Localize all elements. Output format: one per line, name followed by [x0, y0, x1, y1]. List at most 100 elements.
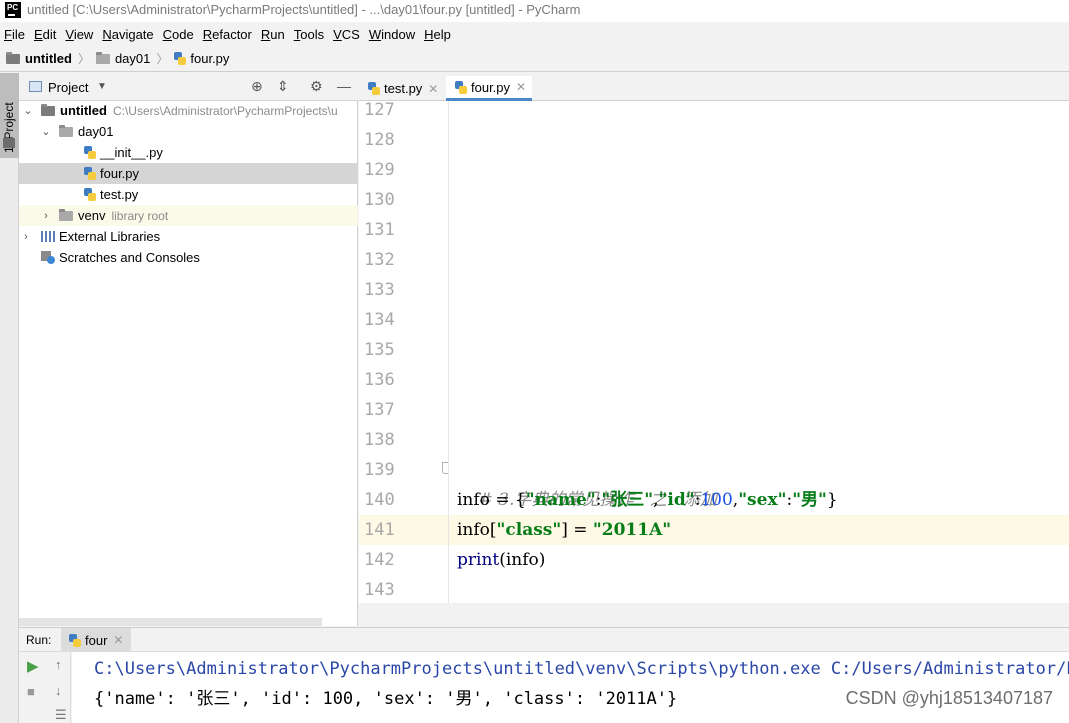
menu-label: elp	[433, 27, 451, 42]
close-icon[interactable]: ✕	[428, 82, 438, 96]
tab-test-py[interactable]: test.py ✕	[359, 76, 444, 101]
run-icon[interactable]: ▶	[27, 657, 39, 675]
stop-icon[interactable]: ■	[27, 684, 35, 699]
code-string: "id"	[658, 490, 695, 510]
menu-mnemonic: V	[333, 27, 342, 42]
folder-icon	[41, 103, 55, 116]
code-line-139[interactable]: # 3.字典的常见操作 之 添加	[449, 455, 1069, 510]
tree-item-test[interactable]: test.py	[19, 184, 358, 205]
line-number: 133	[364, 280, 395, 300]
up-arrow-icon[interactable]: ↑	[55, 657, 62, 672]
tab-label: test.py	[384, 81, 423, 96]
menu-refactor[interactable]: Refactor	[199, 23, 257, 45]
tree-label: Scratches and Consoles	[59, 250, 200, 265]
run-toolbar: ▶ ↑ ■ ↓ ☰	[19, 652, 71, 723]
left-tool-strip: 1: Project	[0, 73, 19, 723]
chevron-down-icon[interactable]: ▼	[97, 81, 107, 92]
python-file-icon	[84, 188, 96, 201]
menu-code[interactable]: Code	[159, 23, 199, 45]
menu-help[interactable]: Help	[420, 23, 456, 45]
code-builtin: print	[457, 550, 500, 570]
breadcrumb-file[interactable]: four.py	[174, 51, 229, 66]
project-panel: Project ▼ ⊕ ⇕ ⚙ — ⌄ untitled C:\Users\Ad…	[19, 73, 358, 626]
code-string: "男"	[792, 490, 827, 510]
minimize-icon[interactable]: —	[337, 78, 351, 94]
tab-four-py[interactable]: four.py ✕	[446, 76, 533, 101]
code-line-141[interactable]: info["class"] = "2011A"	[449, 515, 1069, 545]
tree-label: day01	[78, 124, 114, 139]
collapse-icon[interactable]: ⇕	[277, 78, 289, 95]
project-tool-tab[interactable]: 1: Project	[0, 73, 19, 158]
python-file-icon	[84, 167, 96, 180]
tree-path: C:\Users\Administrator\PycharmProjects\u	[112, 103, 338, 118]
code-string: "2011A"	[592, 520, 672, 540]
breadcrumb-folder[interactable]: day01 〉	[95, 50, 169, 67]
gear-icon[interactable]: ⚙	[310, 78, 323, 95]
menu-label: ode	[172, 27, 194, 42]
menu-mnemonic: W	[368, 27, 382, 42]
menu-file[interactable]: File	[0, 23, 30, 45]
menu-tools[interactable]: Tools	[290, 23, 329, 45]
breadcrumb-project-label: untitled	[25, 51, 72, 66]
tree-item-scratches[interactable]: Scratches and Consoles	[19, 247, 358, 268]
folder-icon	[59, 124, 73, 137]
tab-label: four.py	[471, 79, 511, 95]
menu-window[interactable]: Window	[365, 23, 420, 45]
tree-item-init[interactable]: __init__.py	[19, 142, 358, 163]
menu-bar: File Edit View Navigate Code Refactor Ru…	[0, 23, 1069, 45]
chevron-down-icon[interactable]: ⌄	[21, 104, 35, 117]
breadcrumb: untitled 〉 day01 〉 four.py	[0, 46, 1069, 72]
menu-label: iew	[73, 27, 94, 42]
breadcrumb-project[interactable]: untitled 〉	[6, 50, 90, 67]
editor-status-area	[359, 603, 1069, 626]
project-panel-title[interactable]: Project	[48, 80, 88, 95]
editor-tab-bar: test.py ✕ four.py ✕	[359, 73, 1069, 101]
tree-item-day01[interactable]: ⌄ day01	[19, 121, 358, 142]
menu-mnemonic: R	[260, 27, 271, 42]
chevron-down-icon[interactable]: ⌄	[39, 125, 53, 138]
menu-view[interactable]: View	[61, 23, 98, 45]
python-file-icon	[368, 82, 380, 95]
menu-vcs[interactable]: VCS	[329, 23, 365, 45]
close-icon[interactable]: ✕	[113, 633, 123, 647]
run-tab-four[interactable]: four ✕	[61, 628, 132, 652]
tree-item-external-libraries[interactable]: › External Libraries	[19, 226, 358, 247]
console-line[interactable]: C:\Users\Administrator\PycharmProjects\u…	[94, 654, 1069, 684]
menu-label: un	[270, 27, 285, 42]
menu-mnemonic: V	[65, 27, 74, 42]
down-arrow-icon[interactable]: ↓	[55, 683, 62, 698]
tree-item-venv[interactable]: › venv library root	[19, 205, 358, 226]
crosshair-icon[interactable]: ⊕	[251, 78, 263, 95]
menu-run[interactable]: Run	[257, 23, 290, 45]
chevron-right-icon: 〉	[156, 52, 169, 66]
library-icon	[41, 231, 55, 242]
menu-label: indow	[381, 27, 416, 42]
watermark: CSDN @yhj18513407187	[845, 688, 1053, 708]
code-token: ] =	[561, 520, 593, 540]
horizontal-scrollbar[interactable]	[19, 618, 322, 626]
tree-item-untitled[interactable]: ⌄ untitled C:\Users\Administrator\Pychar…	[19, 100, 358, 121]
code-line-140[interactable]: info = {"name":"张三","id":100,"sex":"男"}	[449, 485, 1069, 515]
close-icon[interactable]: ✕	[516, 80, 526, 94]
code-editor[interactable]: # 3.字典的常见操作 之 添加 info = {"name":"张三","id…	[449, 101, 1069, 603]
menu-label: efactor	[212, 27, 252, 42]
chevron-right-icon[interactable]: ›	[19, 231, 33, 243]
menu-mnemonic: C	[162, 27, 173, 42]
menu-navigate[interactable]: Navigate	[98, 23, 158, 45]
breadcrumb-folder-label: day01	[114, 51, 151, 66]
line-number-gutter: 127 128 129 130 131 132 133 134 135 136 …	[359, 101, 449, 603]
fold-marker-icon[interactable]	[442, 462, 448, 474]
code-line-142[interactable]: print(info)	[449, 545, 1069, 575]
chevron-right-icon[interactable]: ›	[39, 210, 53, 222]
tree-label: venv	[78, 208, 106, 223]
run-label: Run:	[26, 633, 52, 647]
code-string: "sex"	[738, 490, 787, 510]
tree-label: __init__.py	[100, 145, 163, 160]
soft-wrap-icon[interactable]: ☰	[55, 707, 67, 723]
menu-edit[interactable]: Edit	[30, 23, 61, 45]
line-number: 130	[364, 190, 395, 210]
title-bar: PC untitled [C:\Users\Administrator\Pych…	[0, 0, 1069, 22]
tree-item-four[interactable]: four.py	[19, 163, 358, 184]
folder-icon	[59, 208, 73, 221]
line-number: 138	[364, 430, 395, 450]
